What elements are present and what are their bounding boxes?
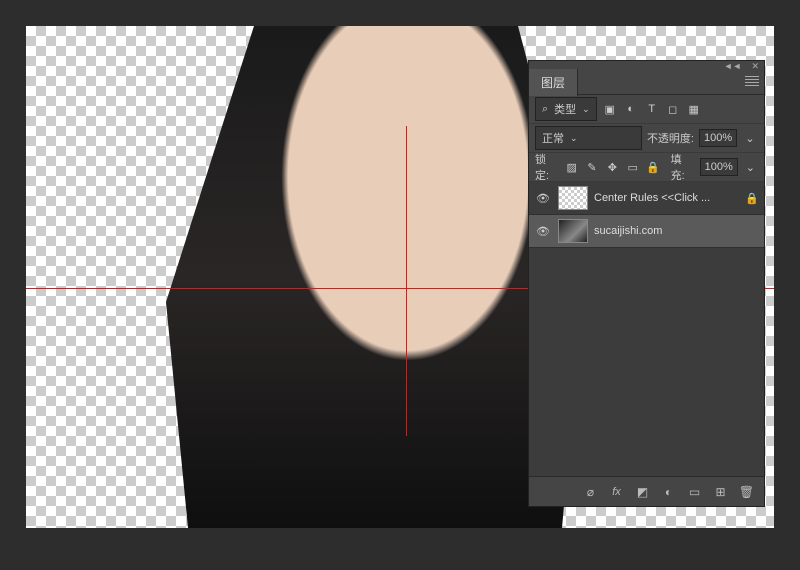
opacity-label: 不透明度: [647,130,694,146]
filter-text-icon[interactable]: T [644,101,660,117]
fx-icon[interactable]: fx [609,484,624,499]
lock-label: 锁定: [535,151,559,183]
layer-list: 👁 Center Rules <<Click ... 🔒 👁 sucaijish… [529,182,764,476]
layer-thumbnail[interactable] [558,219,588,243]
lock-move-icon[interactable]: ✥ [605,159,620,175]
panel-menu-icon[interactable] [745,76,759,86]
new-layer-icon[interactable]: ⊞ [713,484,728,499]
lock-brush-icon[interactable]: ✎ [584,159,599,175]
lock-all-icon[interactable]: 🔒 [645,159,660,175]
layer-item[interactable]: 👁 sucaijishi.com [529,215,764,248]
tab-layers[interactable]: 图层 [529,69,578,96]
search-icon: ⌕ [542,103,548,116]
lock-row: 锁定: ▨ ✎ ✥ ▭ 🔒 填充: 100% ⌄ [529,153,764,182]
filter-row: ⌕ 类型 ▣ ◐ T ◻ ▦ [529,95,764,124]
fill-input[interactable]: 100% [700,158,738,176]
link-layers-icon[interactable]: ⌀ [583,484,598,499]
panel-tabs: 图层 [529,71,764,95]
panel-footer: ⌀ fx ◩ ◐ ▭ ⊞ 🗑 [529,476,764,506]
lock-icon[interactable]: 🔒 [745,192,759,205]
blend-mode-dropdown[interactable]: 正常 [535,126,642,150]
visibility-toggle-icon[interactable]: 👁 [534,192,552,205]
filter-label: 类型 [554,101,576,117]
filter-type-dropdown[interactable]: ⌕ 类型 [535,97,597,121]
filter-adjust-icon[interactable]: ◐ [623,101,639,117]
blend-row: 正常 不透明度: 100% ⌄ [529,124,764,153]
filter-shape-icon[interactable]: ◻ [665,101,681,117]
lock-transparency-icon[interactable]: ▨ [564,159,579,175]
trash-icon[interactable]: 🗑 [739,484,754,499]
lock-artboard-icon[interactable]: ▭ [625,159,640,175]
layer-thumbnail[interactable] [558,186,588,210]
opacity-input[interactable]: 100% [699,129,737,147]
guide-vertical[interactable] [406,126,407,436]
filter-image-icon[interactable]: ▣ [602,101,618,117]
fill-label: 填充: [671,151,695,183]
adjustment-icon[interactable]: ◐ [661,484,676,499]
layers-panel: ◄◄ ✕ 图层 ⌕ 类型 ▣ ◐ T ◻ ▦ 正常 不透明度: 100% ⌄ 锁… [528,60,765,507]
close-icon[interactable]: ✕ [751,61,759,72]
layer-item[interactable]: 👁 Center Rules <<Click ... 🔒 [529,182,764,215]
mask-icon[interactable]: ◩ [635,484,650,499]
collapse-icon[interactable]: ◄◄ [724,61,742,71]
chevron-down-icon[interactable]: ⌄ [742,130,758,146]
filter-smart-icon[interactable]: ▦ [686,101,702,117]
visibility-toggle-icon[interactable]: 👁 [534,225,552,238]
group-icon[interactable]: ▭ [687,484,702,499]
blend-mode-value: 正常 [542,130,564,146]
layer-name[interactable]: Center Rules <<Click ... [594,192,739,204]
chevron-down-icon[interactable]: ⌄ [743,159,758,175]
layer-name[interactable]: sucaijishi.com [594,225,759,237]
